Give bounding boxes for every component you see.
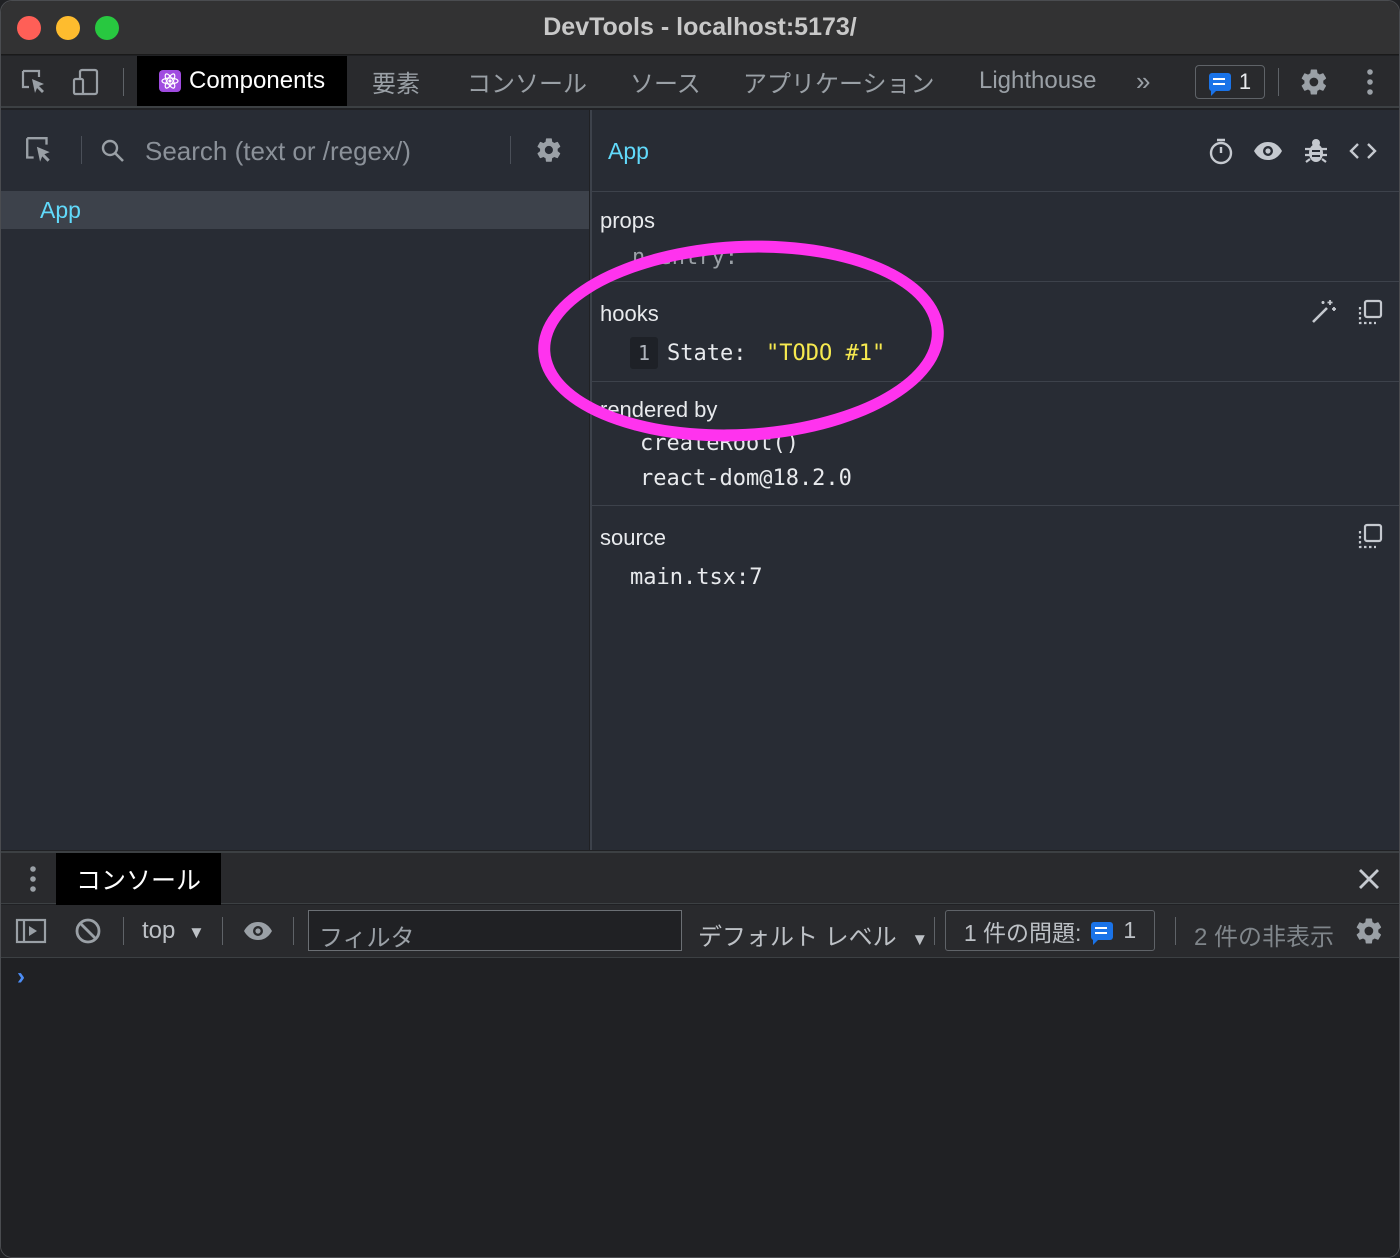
search-divider	[81, 136, 82, 164]
stopwatch-icon[interactable]	[1206, 136, 1236, 166]
console-filter-input[interactable]: フィルタ	[308, 910, 682, 952]
component-search-input[interactable]: Search (text or /regex/)	[145, 136, 411, 167]
component-settings-gear-icon[interactable]	[533, 134, 565, 166]
console-settings-gear-icon[interactable]	[1353, 915, 1385, 947]
message-icon	[1208, 73, 1231, 96]
source-section: source main.tsx:7	[592, 507, 1399, 607]
live-expression-eye-icon[interactable]	[242, 915, 274, 947]
bug-icon[interactable]	[1301, 136, 1331, 166]
props-section: props n entry:	[592, 193, 1399, 282]
search-divider	[510, 136, 511, 164]
tree-item-label: App	[40, 197, 81, 223]
toolbar-divider	[123, 917, 124, 945]
inspect-element-icon[interactable]	[18, 66, 50, 98]
console-prompt-chevron-icon: ›	[17, 963, 25, 990]
component-inspector-pane: App props n entry: hooks 1 State: "TODO …	[590, 110, 1399, 850]
devtools-window: DevTools - localhost:5173/ Components 要素…	[0, 0, 1400, 1258]
hooks-section: hooks 1 State: "TODO #1"	[592, 283, 1399, 382]
hook-index: 1	[630, 337, 658, 369]
close-drawer-icon[interactable]	[1353, 863, 1385, 895]
rendered-by-item: createRoot()	[640, 431, 799, 456]
log-level-value: デフォルト レベル	[698, 924, 897, 951]
context-value: top	[142, 917, 176, 944]
settings-gear-icon[interactable]	[1298, 66, 1330, 98]
tab-components[interactable]: Components	[137, 56, 348, 106]
hook-name: State:	[667, 341, 747, 366]
source-location-link[interactable]: main.tsx:7	[630, 565, 762, 590]
hooks-label: hooks	[600, 301, 659, 326]
source-label: source	[600, 525, 667, 550]
context-selector[interactable]: top ▼	[142, 917, 205, 945]
tab-lighthouse[interactable]: Lighthouse	[979, 56, 1096, 106]
copy-hooks-icon[interactable]	[1355, 297, 1385, 327]
log-level-dropdown[interactable]: デフォルト レベル ▼	[698, 917, 928, 952]
rendered-by-label: rendered by	[600, 397, 718, 422]
inspector-header: App	[592, 110, 1399, 192]
console-output-area[interactable]: ›	[1, 959, 1399, 1257]
dropdown-arrow-icon: ▼	[188, 923, 205, 942]
toolbar-divider	[222, 917, 223, 945]
console-issues-button[interactable]: 1 件の問題: 1	[945, 910, 1155, 951]
component-tree-pane: Search (text or /regex/) App	[1, 110, 589, 850]
tab-application[interactable]: アプリケーション	[743, 56, 935, 106]
react-icon	[159, 70, 181, 92]
issues-label: 1 件の問題:	[963, 919, 1082, 946]
more-options-kebab-icon[interactable]	[1354, 66, 1386, 98]
clear-console-icon[interactable]	[72, 915, 104, 947]
issues-count: 1	[1123, 917, 1137, 943]
tab-sources[interactable]: ソース	[630, 56, 701, 106]
tab-components-label: Components	[189, 67, 326, 94]
more-tabs-chevron-icon[interactable]: »	[1136, 56, 1150, 106]
rendered-by-item: react-dom@18.2.0	[640, 466, 852, 491]
props-label: props	[600, 208, 656, 233]
selected-component-name: App	[608, 138, 649, 164]
drawer-menu-kebab-icon[interactable]	[17, 863, 49, 895]
select-element-icon[interactable]	[23, 134, 55, 166]
main-tab-bar: Components 要素 コンソール ソース アプリケーション Lightho…	[1, 56, 1399, 108]
drawer-tab-bar: コンソール	[1, 851, 1399, 905]
dropdown-arrow-icon: ▼	[911, 930, 929, 949]
toolbar-divider	[293, 917, 294, 945]
drawer-tab-console[interactable]: コンソール	[56, 853, 222, 905]
tree-search-bar: Search (text or /regex/)	[1, 110, 589, 192]
device-toolbar-icon[interactable]	[70, 66, 102, 98]
toolbar-divider	[123, 68, 124, 96]
console-toolbar: top ▼ フィルタ デフォルト レベル ▼ 1 件の問題: 1 2 件の非表示	[1, 905, 1399, 958]
window-title: DevTools - localhost:5173/	[543, 13, 857, 41]
tab-elements[interactable]: 要素	[372, 56, 420, 106]
search-icon	[97, 135, 129, 167]
filter-placeholder: フィルタ	[319, 925, 415, 952]
message-icon	[1091, 921, 1114, 945]
title-bar: DevTools - localhost:5173/	[1, 1, 1399, 55]
toggle-sidebar-icon[interactable]	[15, 915, 47, 947]
issues-count: 1	[1238, 69, 1252, 94]
tab-console[interactable]: コンソール	[467, 56, 587, 106]
props-entry: n entry:	[632, 245, 738, 270]
toolbar-divider	[934, 917, 935, 945]
copy-source-icon[interactable]	[1355, 521, 1385, 551]
eye-icon[interactable]	[1253, 136, 1283, 166]
view-source-code-icon[interactable]	[1348, 136, 1378, 166]
toolbar-divider	[1175, 917, 1176, 945]
rendered-by-section: rendered by createRoot() react-dom@18.2.…	[592, 383, 1399, 506]
toolbar-divider	[1278, 68, 1279, 96]
hidden-messages-count: 2 件の非表示	[1194, 924, 1335, 951]
issues-button[interactable]: 1	[1195, 65, 1265, 99]
parse-hook-names-wand-icon[interactable]	[1308, 297, 1338, 327]
hook-state-value[interactable]: "TODO #1"	[766, 341, 885, 366]
tree-item-app[interactable]: App	[1, 192, 589, 229]
